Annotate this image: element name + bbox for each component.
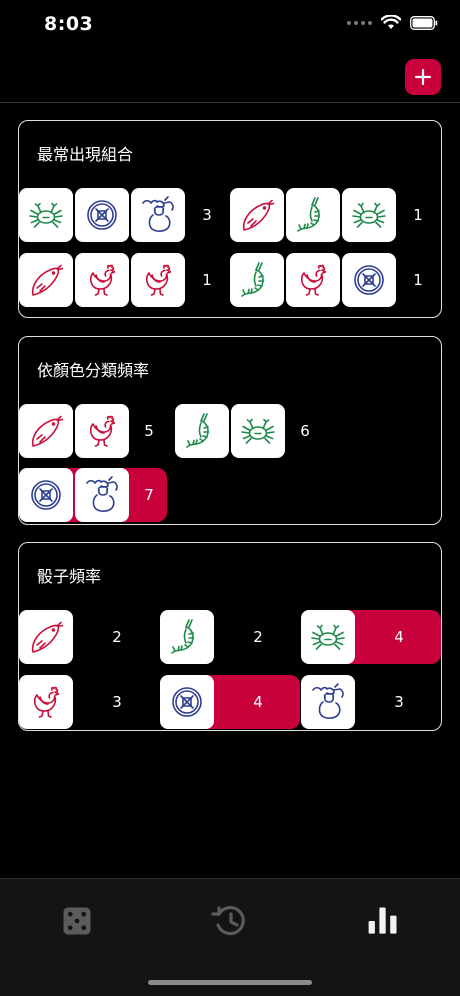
card-title: 最常出現組合 xyxy=(37,145,134,164)
count-label: 5 xyxy=(144,422,154,440)
stat-row: 7 xyxy=(19,468,167,522)
prawn-icon xyxy=(182,411,222,451)
fish-icon xyxy=(26,411,66,451)
die-tile xyxy=(75,188,129,242)
count-label: 7 xyxy=(144,486,154,504)
cellular-signal-icon xyxy=(347,20,372,25)
coin-icon xyxy=(82,195,122,235)
count-label: 3 xyxy=(202,206,212,224)
count-label: 1 xyxy=(413,271,423,289)
color-frequency-card: 依顏色分類頻率 5 6 7 xyxy=(18,336,442,525)
prawn-icon xyxy=(293,195,333,235)
stat-row: 2 xyxy=(160,610,300,664)
rooster-icon xyxy=(82,260,122,300)
stat-row: 6 xyxy=(175,404,323,458)
rooster-icon xyxy=(26,682,66,722)
die-tile xyxy=(75,253,129,307)
rooster-icon xyxy=(82,411,122,451)
die-tile xyxy=(19,675,73,729)
battery-icon xyxy=(410,15,438,30)
die-tile xyxy=(175,404,229,458)
add-button[interactable] xyxy=(405,59,441,95)
die-tile xyxy=(286,188,340,242)
home-indicator xyxy=(148,980,312,985)
die-tile xyxy=(75,404,129,458)
count-label: 4 xyxy=(394,628,404,646)
coin-icon xyxy=(26,475,66,515)
count-label: 6 xyxy=(300,422,310,440)
count-label: 1 xyxy=(413,206,423,224)
die-tile xyxy=(230,188,284,242)
bar-chart-icon xyxy=(365,903,401,939)
tab-stats[interactable] xyxy=(355,899,411,943)
die-tile xyxy=(160,675,214,729)
coin-icon xyxy=(349,260,389,300)
stat-row: 2 xyxy=(19,610,159,664)
card-title: 依顏色分類頻率 xyxy=(37,361,150,380)
card-title: 骰子頻率 xyxy=(37,567,102,586)
status-bar: 8:03 xyxy=(0,0,460,50)
die-tile xyxy=(301,675,355,729)
die-tile xyxy=(19,188,73,242)
crab-icon xyxy=(26,195,66,235)
count-label: 2 xyxy=(253,628,263,646)
die-tile xyxy=(230,253,284,307)
prawn-icon xyxy=(237,260,277,300)
rooster-icon xyxy=(293,260,333,300)
combos-card: 最常出現組合 3 1 1 1 xyxy=(18,120,442,318)
count-label: 1 xyxy=(202,271,212,289)
fish-icon xyxy=(26,617,66,657)
dice-frequency-card: 骰子頻率 2 2 4 3 4 3 xyxy=(18,542,442,731)
stat-row: 4 xyxy=(160,675,300,729)
stat-row: 5 xyxy=(19,404,167,458)
tab-dice[interactable] xyxy=(49,899,105,943)
crab-icon xyxy=(308,617,348,657)
crab-icon xyxy=(349,195,389,235)
die-tile xyxy=(19,610,73,664)
stat-row: 1 xyxy=(230,253,430,307)
rooster-icon xyxy=(138,260,178,300)
stat-row: 1 xyxy=(19,253,219,307)
coin-icon xyxy=(167,682,207,722)
status-icons xyxy=(347,15,438,30)
stat-row: 3 xyxy=(19,188,219,242)
die-tile xyxy=(131,253,185,307)
wifi-icon xyxy=(381,15,401,29)
fish-icon xyxy=(237,195,277,235)
prawn-icon xyxy=(167,617,207,657)
gourd-icon xyxy=(308,682,348,722)
stat-row: 3 xyxy=(19,675,159,729)
die-tile xyxy=(19,253,73,307)
stat-row: 3 xyxy=(301,675,441,729)
tab-bar xyxy=(0,878,460,996)
stat-row: 1 xyxy=(230,188,430,242)
die-tile xyxy=(131,188,185,242)
dice-icon xyxy=(59,903,95,939)
die-tile xyxy=(342,253,396,307)
crab-icon xyxy=(238,411,278,451)
history-icon xyxy=(210,901,250,941)
die-tile xyxy=(231,404,285,458)
count-label: 3 xyxy=(112,693,122,711)
die-tile xyxy=(286,253,340,307)
die-tile xyxy=(19,404,73,458)
top-bar xyxy=(0,50,460,103)
die-tile xyxy=(301,610,355,664)
count-label: 2 xyxy=(112,628,122,646)
tab-history[interactable] xyxy=(202,899,258,943)
plus-icon xyxy=(414,68,432,86)
die-tile xyxy=(75,468,129,522)
count-label: 4 xyxy=(253,693,263,711)
gourd-icon xyxy=(82,475,122,515)
status-time: 8:03 xyxy=(44,13,94,35)
count-label: 3 xyxy=(394,693,404,711)
die-tile xyxy=(19,468,73,522)
stat-row: 4 xyxy=(301,610,441,664)
fish-icon xyxy=(26,260,66,300)
gourd-icon xyxy=(138,195,178,235)
die-tile xyxy=(342,188,396,242)
die-tile xyxy=(160,610,214,664)
